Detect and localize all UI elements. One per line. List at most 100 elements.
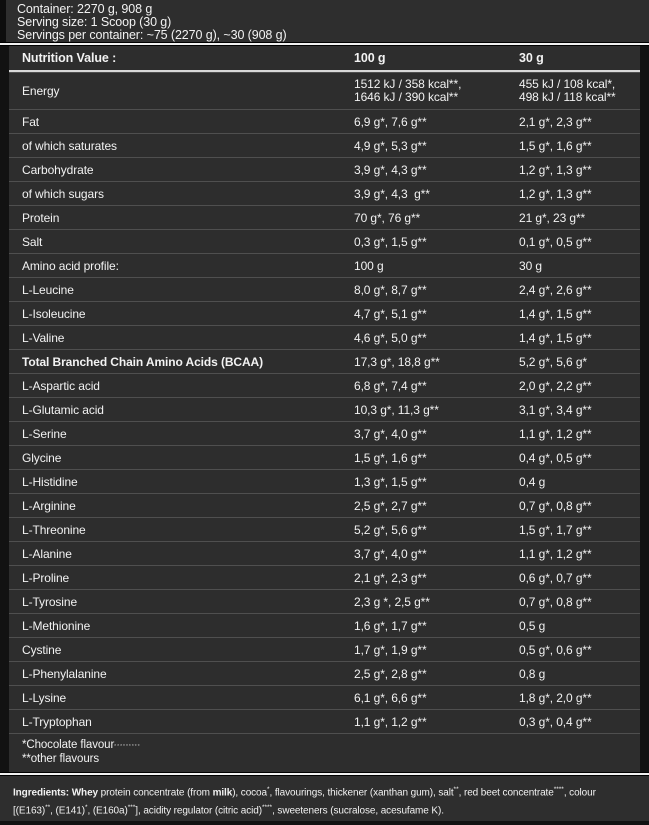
table-cell-v100: 4,7 g*, 5,1 g** — [354, 307, 519, 321]
table-cell-v30: 0,8 g — [519, 667, 640, 681]
table-cell-v100: 4,9 g*, 5,3 g** — [354, 139, 519, 153]
table-row: L-Tryptophan1,1 g*, 1,2 g**0,3 g*, 0,4 g… — [9, 709, 640, 733]
nutrition-label: Container: 2270 g, 908 g Serving size: 1… — [0, 0, 649, 825]
table-row: L-Arginine2,5 g*, 2,7 g**0,7 g*, 0,8 g** — [9, 493, 640, 517]
table-row: L-Isoleucine4,7 g*, 5,1 g**1,4 g*, 1,5 g… — [9, 301, 640, 325]
table-cell-v100: 3,7 g*, 4,0 g** — [354, 427, 519, 441]
table-cell-v100: 3,9 g*, 4,3 g** — [354, 163, 519, 177]
table-cell-label: Glycine — [22, 451, 354, 465]
table-cell-v100: 1,1 g*, 1,2 g** — [354, 715, 519, 729]
footnote-line-chocolate: *Chocolate flavour********* — [22, 739, 640, 753]
table-cell-v100: 17,3 g*, 18,8 g** — [354, 355, 519, 369]
table-cell-label: L-Tryptophan — [22, 715, 354, 729]
table-row: Carbohydrate3,9 g*, 4,3 g**1,2 g*, 1,3 g… — [9, 157, 640, 181]
table-cell-label: L-Lysine — [22, 691, 354, 705]
table-row: L-Glutamic acid10,3 g*, 11,3 g**3,1 g*, … — [9, 397, 640, 421]
ingredient-text: ), cocoa — [232, 787, 267, 798]
table-cell-v30: 0,6 g*, 0,7 g** — [519, 571, 640, 585]
table-cell-v100: 2,5 g*, 2,8 g** — [354, 667, 519, 681]
table-cell-v100: 1,3 g*, 1,5 g** — [354, 475, 519, 489]
table-cell-label: Cystine — [22, 643, 354, 657]
table-cell-v30: 2,0 g*, 2,2 g** — [519, 379, 640, 393]
table-cell-v30: 1,5 g*, 1,7 g** — [519, 523, 640, 537]
ingredient-text: , red beet concentrate — [459, 787, 554, 798]
ingredient-text: , (E160a) — [87, 806, 127, 817]
table-cell-v30: 455 kJ / 108 kcal*,498 kJ / 118 kcal** — [519, 78, 640, 104]
ingredient-text: , sweeteners (sucralose, acesufame K). — [272, 806, 444, 817]
column-header-nutrition-value: Nutrition Value : — [22, 51, 354, 65]
table-cell-label: L-Histidine — [22, 475, 354, 489]
table-cell-label: L-Alanine — [22, 547, 354, 561]
table-cell-v30: 0,4 g — [519, 475, 640, 489]
table-cell-v30: 2,4 g*, 2,6 g** — [519, 283, 640, 297]
table-cell-v30: 1,4 g*, 1,5 g** — [519, 307, 640, 321]
ingredient-text: ], acidity regulator (citric acid) — [135, 806, 262, 817]
servings-per-container-line: Servings per container: ~75 (2270 g), ~3… — [17, 29, 649, 42]
table-cell-v30: 0,4 g*, 0,5 g** — [519, 451, 640, 465]
ingredient-text: , flavourings, thickener (xanthan gum), … — [270, 787, 454, 798]
table-cell-v30: 2,1 g*, 2,3 g** — [519, 115, 640, 129]
table-row: L-Lysine6,1 g*, 6,6 g**1,8 g*, 2,0 g** — [9, 685, 640, 709]
table-cell-v30: 3,1 g*, 3,4 g** — [519, 403, 640, 417]
table-cell-label: L-Leucine — [22, 283, 354, 297]
table-cell-v30: 1,2 g*, 1,3 g** — [519, 187, 640, 201]
table-row: Total Branched Chain Amino Acids (BCAA)1… — [9, 349, 640, 373]
table-row: L-Alanine3,7 g*, 4,0 g**1,1 g*, 1,2 g** — [9, 541, 640, 565]
table-row: L-Methionine1,6 g*, 1,7 g**0,5 g — [9, 613, 640, 637]
table-cell-v30: 0,5 g*, 0,6 g** — [519, 643, 640, 657]
table-cell-label: Total Branched Chain Amino Acids (BCAA) — [22, 355, 354, 369]
micro-marks: ********* — [114, 744, 141, 750]
table-cell-label: Carbohydrate — [22, 163, 354, 177]
table-cell-v100: 100 g — [354, 259, 519, 273]
table-cell-v30: 1,8 g*, 2,0 g** — [519, 691, 640, 705]
footnotes: *Chocolate flavour********* **other flav… — [9, 733, 640, 772]
ingredient-text: protein concentrate (from — [98, 787, 213, 798]
table-cell-v100: 3,7 g*, 4,0 g** — [354, 547, 519, 561]
table-cell-label: of which saturates — [22, 139, 354, 153]
nutrition-table: Nutrition Value : 100 g 30 g Energy1512 … — [0, 46, 649, 772]
table-cell-v100: 1,7 g*, 1,9 g** — [354, 643, 519, 657]
footnote-chocolate: *Chocolate flavour — [22, 739, 114, 751]
table-cell-v30: 21 g*, 23 g** — [519, 211, 640, 225]
table-cell-label: L-Glutamic acid — [22, 403, 354, 417]
ingredient-text: milk — [213, 787, 233, 798]
table-cell-label: Protein — [22, 211, 354, 225]
table-cell-label: Amino acid profile: — [22, 259, 354, 273]
table-row: Protein70 g*, 76 g**21 g*, 23 g** — [9, 205, 640, 229]
table-cell-label: L-Threonine — [22, 523, 354, 537]
column-header-30g: 30 g — [519, 51, 640, 65]
table-cell-label: L-Arginine — [22, 499, 354, 513]
table-cell-v100: 70 g*, 76 g** — [354, 211, 519, 225]
table-cell-label: L-Valine — [22, 331, 354, 345]
ingredient-text: Whey — [72, 787, 98, 798]
table-row: of which saturates4,9 g*, 5,3 g**1,5 g*,… — [9, 133, 640, 157]
table-row: Glycine1,5 g*, 1,6 g**0,4 g*, 0,5 g** — [9, 445, 640, 469]
table-cell-label: L-Aspartic acid — [22, 379, 354, 393]
table-cell-label: L-Isoleucine — [22, 307, 354, 321]
table-row: L-Valine4,6 g*, 5,0 g**1,4 g*, 1,5 g** — [9, 325, 640, 349]
package-info: Container: 2270 g, 908 g Serving size: 1… — [0, 0, 649, 42]
table-cell-label: L-Proline — [22, 571, 354, 585]
table-row: L-Phenylalanine2,5 g*, 2,8 g**0,8 g — [9, 661, 640, 685]
table-row: Salt0,3 g*, 1,5 g**0,1 g*, 0,5 g** — [9, 229, 640, 253]
table-cell-v100: 3,9 g*, 4,3 g** — [354, 187, 519, 201]
table-cell-label: of which sugars — [22, 187, 354, 201]
ingredient-text: Ingredients: — [13, 787, 72, 798]
table-row: L-Threonine5,2 g*, 5,6 g**1,5 g*, 1,7 g*… — [9, 517, 640, 541]
table-cell-v30: 0,7 g*, 0,8 g** — [519, 595, 640, 609]
table-cell-v100: 1,5 g*, 1,6 g** — [354, 451, 519, 465]
table-cell-v100: 4,6 g*, 5,0 g** — [354, 331, 519, 345]
ingredient-footnote-mark: **** — [554, 786, 564, 793]
table-cell-label: L-Serine — [22, 427, 354, 441]
table-cell-v30: 1,4 g*, 1,5 g** — [519, 331, 640, 345]
table-row: L-Tyrosine2,3 g *, 2,5 g**0,7 g*, 0,8 g*… — [9, 589, 640, 613]
table-cell-v100: 2,1 g*, 2,3 g** — [354, 571, 519, 585]
nutrition-table-body: Energy1512 kJ / 358 kcal**,1646 kJ / 390… — [9, 72, 640, 733]
column-header-100g: 100 g — [354, 51, 519, 65]
table-cell-v30: 0,1 g*, 0,5 g** — [519, 235, 640, 249]
table-header-row: Nutrition Value : 100 g 30 g — [9, 46, 640, 72]
table-cell-label: Salt — [22, 235, 354, 249]
table-cell-v100: 6,9 g*, 7,6 g** — [354, 115, 519, 129]
table-cell-v30: 1,1 g*, 1,2 g** — [519, 547, 640, 561]
table-row: L-Aspartic acid6,8 g*, 7,4 g**2,0 g*, 2,… — [9, 373, 640, 397]
